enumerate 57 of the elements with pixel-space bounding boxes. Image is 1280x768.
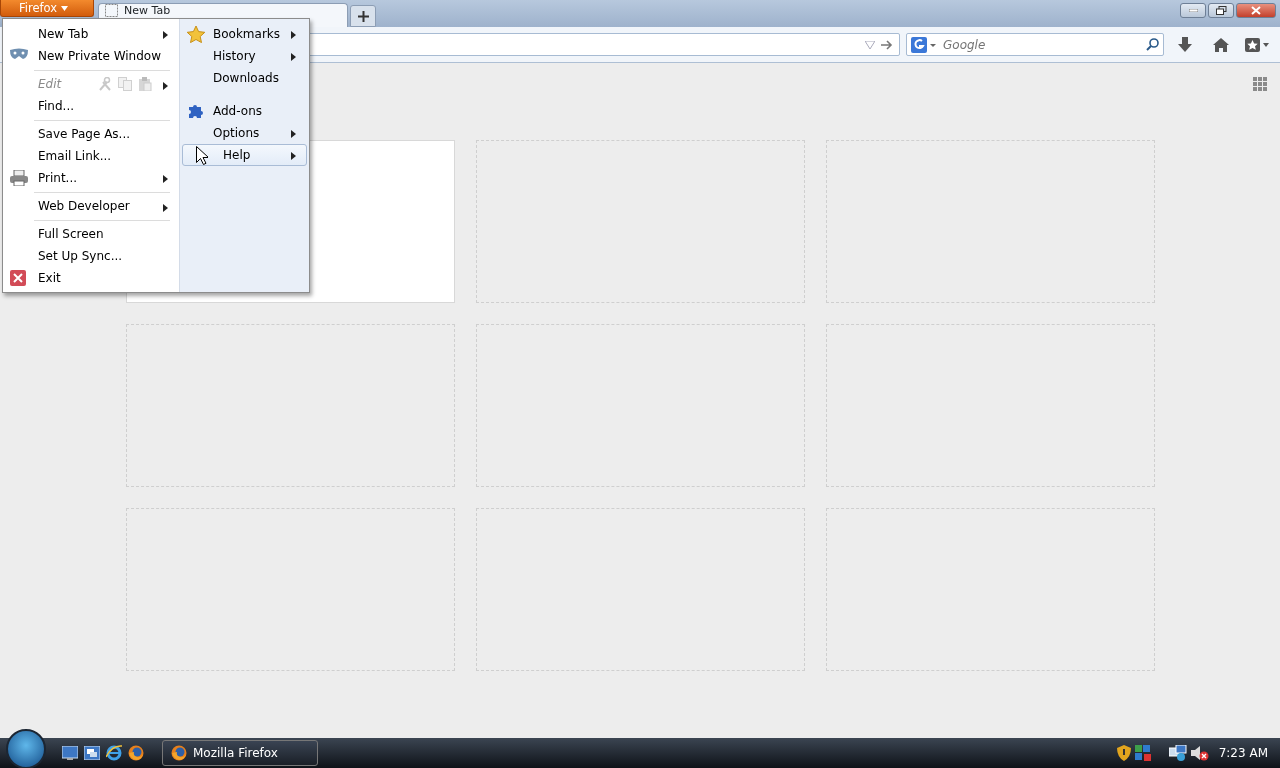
submenu-arrow-icon (163, 31, 168, 39)
menu-item[interactable]: Downloads (182, 67, 307, 89)
network-icon[interactable] (1168, 745, 1187, 761)
menu-item[interactable]: Find... (3, 95, 179, 117)
home-icon (1213, 37, 1229, 52)
submenu-arrow-icon (291, 130, 296, 138)
start-button[interactable] (6, 729, 46, 768)
search-engine-icon[interactable] (911, 36, 937, 53)
download-icon (1178, 37, 1192, 52)
search-field[interactable]: Google (906, 33, 1164, 56)
submenu-arrow-icon (163, 82, 168, 90)
grid-icon[interactable] (1253, 77, 1268, 92)
paste-icon (138, 77, 152, 91)
security-center-icon[interactable] (1134, 745, 1151, 761)
menu-item[interactable]: New Private Window (3, 45, 179, 67)
plus-icon (357, 10, 369, 22)
browser-e-icon[interactable] (106, 745, 122, 761)
clock: 7:23 AM (1217, 745, 1269, 762)
restore-button[interactable] (1208, 3, 1234, 18)
new-tab-button[interactable] (350, 5, 376, 27)
submenu-arrow-icon (291, 53, 296, 61)
menu-item[interactable]: Help (182, 144, 307, 166)
menu-item[interactable]: Exit (3, 267, 179, 289)
caret-icon (60, 5, 68, 11)
shield-icon[interactable] (1116, 745, 1131, 761)
menu-item[interactable]: History (182, 45, 307, 67)
submenu-arrow-icon (291, 31, 296, 39)
close-icon (1251, 6, 1261, 15)
printer-icon (10, 170, 28, 186)
muted-speaker-icon[interactable] (1190, 745, 1209, 761)
star-icon (187, 26, 205, 43)
puzzle-piece-icon (187, 103, 203, 119)
restore-icon (1215, 6, 1227, 15)
submenu-arrow-icon (163, 204, 168, 212)
submenu-arrow-icon (163, 175, 168, 183)
submenu-arrow-icon (291, 152, 296, 160)
go-arrow-icon[interactable] (881, 39, 893, 50)
star-icon (1245, 37, 1269, 52)
minimize-icon (1188, 9, 1198, 12)
menu-item[interactable]: Set Up Sync... (3, 245, 179, 267)
mask-icon (10, 48, 28, 60)
close-button[interactable] (1236, 3, 1276, 18)
dropdown-icon (865, 40, 875, 49)
menu-item[interactable]: Add-ons (182, 89, 307, 122)
firefox-icon[interactable] (128, 745, 144, 761)
search-icon[interactable] (1146, 38, 1159, 51)
scissors-icon (98, 77, 112, 91)
taskbar-window-button[interactable]: Mozilla Firefox (162, 740, 318, 766)
menu-item[interactable]: Print... (3, 167, 179, 189)
mouse-cursor-icon (196, 146, 208, 165)
desktop-icon[interactable] (62, 746, 78, 760)
menu-item[interactable]: Email Link... (3, 145, 179, 167)
copy-icon (118, 77, 132, 91)
menu-item[interactable]: Options (182, 122, 307, 144)
exit-icon (10, 270, 26, 286)
firefox-icon (171, 745, 187, 761)
switch-windows-icon[interactable] (84, 746, 100, 760)
